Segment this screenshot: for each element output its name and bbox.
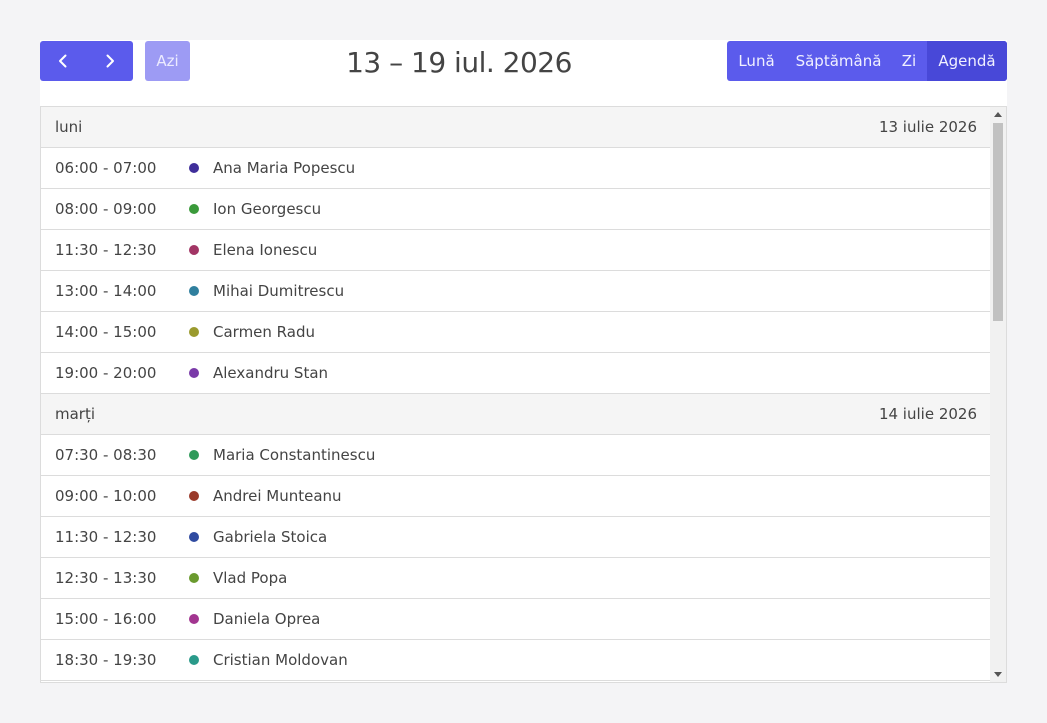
event-row[interactable]: 08:00 - 09:00 Ion Georgescu [41,189,991,230]
event-row[interactable]: 15:00 - 16:00 Daniela Oprea [41,599,991,640]
event-time: 14:00 - 15:00 [55,323,157,341]
event-title: Cristian Moldovan [213,651,348,669]
event-time: 15:00 - 16:00 [55,610,157,628]
event-title: Vlad Popa [213,569,288,587]
view-switcher: Lună Săptămână Zi Agendă [727,41,1007,81]
event-color-dot-icon [189,450,199,460]
event-color-dot-icon [189,368,199,378]
prev-button[interactable] [40,41,87,81]
event-row[interactable]: 19:00 - 20:00 Alexandru Stan [41,353,991,394]
event-title: Elena Ionescu [213,241,318,259]
event-time: 07:30 - 08:30 [55,446,157,464]
event-color-dot-icon [189,204,199,214]
event-time: 11:30 - 12:30 [55,241,157,259]
day-header: luni 13 iulie 2026 [41,107,991,148]
view-agenda-button[interactable]: Agendă [927,41,1007,81]
event-title: Andrei Munteanu [213,487,342,505]
event-row[interactable]: 13:00 - 14:00 Mihai Dumitrescu [41,271,991,312]
event-time: 09:00 - 10:00 [55,487,157,505]
event-time: 12:30 - 13:30 [55,569,157,587]
view-day-button[interactable]: Zi [891,41,927,81]
day-date: 13 iulie 2026 [878,118,977,136]
day-weekday: luni [55,118,83,136]
event-title: Alexandru Stan [213,364,329,382]
view-month-button[interactable]: Lună [727,41,786,81]
event-title: Ion Georgescu [213,200,322,218]
calendar-toolbar: Azi 13 – 19 iul. 2026 Lună Săptămână Zi … [40,40,1007,106]
event-color-dot-icon [189,532,199,542]
event-time: 13:00 - 14:00 [55,282,157,300]
event-color-dot-icon [189,245,199,255]
event-time: 11:30 - 12:30 [55,528,157,546]
event-row[interactable]: 11:30 - 12:30 Elena Ionescu [41,230,991,271]
event-title: Gabriela Stoica [213,528,328,546]
event-row[interactable]: 11:30 - 12:30 Gabriela Stoica [41,517,991,558]
view-week-button[interactable]: Săptămână [786,41,891,81]
event-color-dot-icon [189,286,199,296]
event-color-dot-icon [189,614,199,624]
event-title: Mihai Dumitrescu [213,282,345,300]
agenda-list: luni 13 iulie 2026 06:00 - 07:00 Ana Maria … [41,107,991,681]
next-button[interactable] [87,41,134,81]
event-color-dot-icon [189,655,199,665]
event-row[interactable]: 14:00 - 15:00 Carmen Radu [41,312,991,353]
event-color-dot-icon [189,163,199,173]
event-row[interactable]: 09:00 - 10:00 Andrei Munteanu [41,476,991,517]
event-title: Carmen Radu [213,323,315,341]
scroll-up-arrow-icon[interactable] [994,112,1002,117]
event-time: 18:30 - 19:30 [55,651,157,669]
scrollbar-thumb[interactable] [993,123,1003,321]
calendar-panel: Azi 13 – 19 iul. 2026 Lună Săptămână Zi … [40,40,1007,683]
event-color-dot-icon [189,491,199,501]
chevron-left-icon [59,54,67,68]
event-row[interactable]: 06:00 - 07:00 Ana Maria Popescu [41,148,991,189]
date-range-title: 13 – 19 iul. 2026 [346,45,572,79]
event-time: 06:00 - 07:00 [55,159,157,177]
day-header: marți 14 iulie 2026 [41,394,991,435]
event-row[interactable]: 07:30 - 08:30 Maria Constantinescu [41,435,991,476]
event-color-dot-icon [189,573,199,583]
scroll-down-arrow-icon[interactable] [994,672,1002,677]
event-title: Ana Maria Popescu [213,159,356,177]
event-time: 08:00 - 09:00 [55,200,157,218]
day-date: 14 iulie 2026 [878,405,977,423]
scrollbar[interactable] [990,107,1006,682]
nav-button-group [40,41,133,81]
day-weekday: marți [55,405,96,423]
event-title: Daniela Oprea [213,610,321,628]
event-time: 19:00 - 20:00 [55,364,157,382]
event-color-dot-icon [189,327,199,337]
event-title: Maria Constantinescu [213,446,376,464]
today-button[interactable]: Azi [145,41,190,81]
event-row[interactable]: 18:30 - 19:30 Cristian Moldovan [41,640,991,681]
event-row[interactable]: 12:30 - 13:30 Vlad Popa [41,558,991,599]
chevron-right-icon [106,54,114,68]
agenda-view: luni 13 iulie 2026 06:00 - 07:00 Ana Maria … [40,106,1007,683]
